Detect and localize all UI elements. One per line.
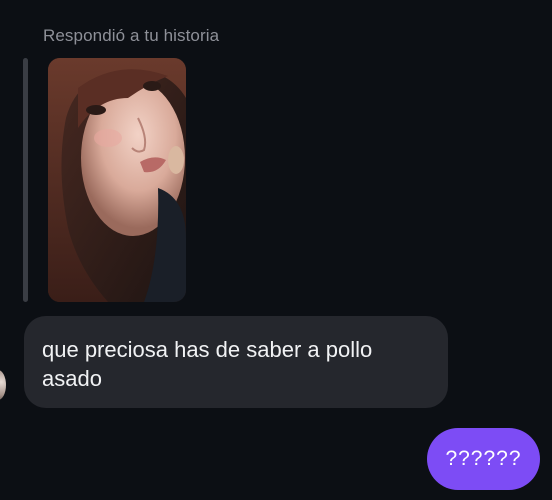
story-thumbnail[interactable] [48, 58, 186, 302]
sender-avatar[interactable] [0, 370, 6, 400]
incoming-message-text: que preciosa has de saber a pollo asado [42, 337, 373, 391]
incoming-message-bubble[interactable]: que preciosa has de saber a pollo asado [24, 316, 448, 408]
story-photo-portrait [48, 58, 186, 302]
reply-indicator-bar [23, 58, 28, 302]
outgoing-message-bubble[interactable]: ?????? [427, 428, 540, 490]
story-reply-label: Respondió a tu historia [43, 26, 220, 45]
outgoing-message-text: ?????? [445, 447, 522, 470]
